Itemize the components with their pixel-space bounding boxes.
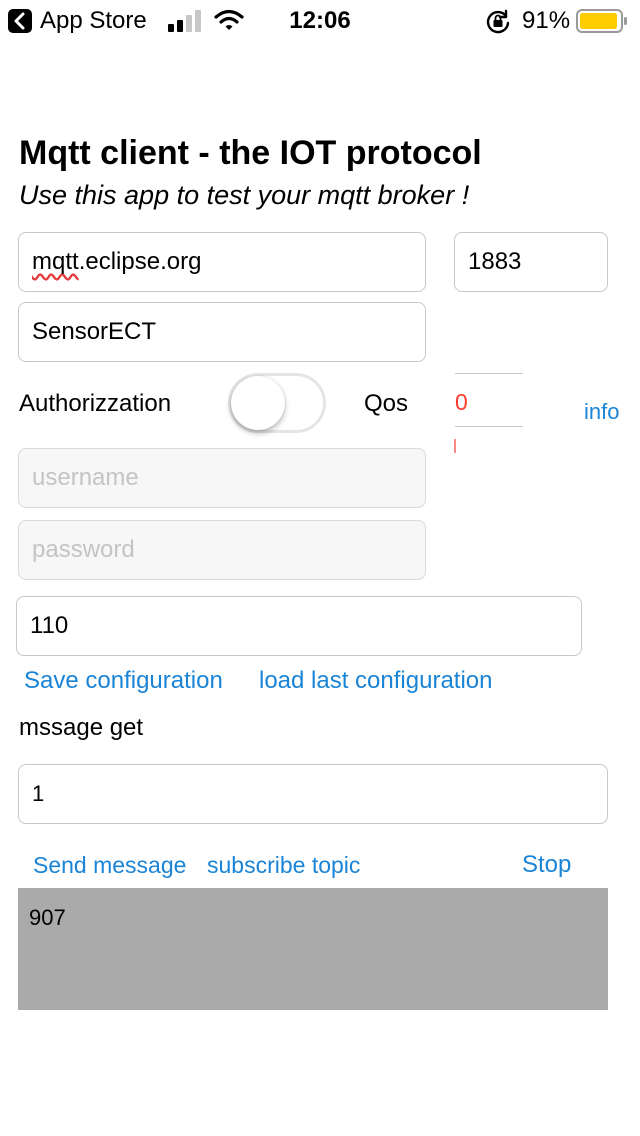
- save-configuration-button[interactable]: Save configuration: [24, 666, 223, 696]
- client-id-input-value: SensorECT: [32, 318, 157, 345]
- qos-info-button[interactable]: info: [584, 397, 619, 427]
- topic-input[interactable]: 110: [16, 596, 582, 656]
- host-input-misspelled-part: mqtt: [32, 248, 79, 275]
- password-placeholder: password: [32, 536, 135, 563]
- qos-picker-cursor: [454, 439, 456, 453]
- status-bar: App Store 12:06 91%: [0, 0, 640, 40]
- message-label: mssage get: [19, 714, 144, 741]
- toggle-knob: [231, 376, 285, 430]
- message-input[interactable]: 1: [18, 764, 608, 824]
- topic-input-value: 110: [30, 612, 69, 639]
- qos-picker-bottom-line: [455, 426, 523, 427]
- qos-label: Qos: [364, 390, 409, 417]
- message-output-area: 907: [18, 888, 608, 1010]
- username-placeholder: username: [32, 464, 139, 491]
- host-input-value: mqtt.eclipse.org: [32, 248, 201, 276]
- port-input[interactable]: 1883: [454, 232, 608, 292]
- client-id-input[interactable]: SensorECT: [18, 302, 426, 362]
- battery-icon: [576, 9, 627, 33]
- authorization-label: Authorizzation: [19, 390, 172, 417]
- host-input[interactable]: mqtt.eclipse.org: [18, 232, 426, 292]
- host-input-domain-part: .eclipse.org: [78, 248, 202, 275]
- port-input-value: 1883: [468, 248, 522, 275]
- stop-button[interactable]: Stop: [522, 850, 571, 880]
- battery-percentage: 91%: [522, 7, 571, 34]
- username-input[interactable]: username: [18, 448, 426, 508]
- send-message-button[interactable]: Send message: [33, 850, 186, 880]
- authorization-toggle[interactable]: [228, 373, 326, 433]
- message-input-value: 1: [32, 781, 45, 806]
- qos-picker-top-line: [455, 373, 523, 374]
- qos-picker-value[interactable]: 0: [455, 388, 468, 416]
- rotation-lock-icon: [486, 9, 510, 34]
- password-input[interactable]: password: [18, 520, 426, 580]
- subscribe-topic-button[interactable]: subscribe topic: [207, 850, 360, 880]
- load-last-configuration-button[interactable]: load last configuration: [259, 666, 492, 696]
- message-output-text: 907: [29, 905, 66, 930]
- page-title: Mqtt client - the IOT protocol: [19, 134, 482, 172]
- page-subtitle: Use this app to test your mqtt broker !: [19, 180, 470, 210]
